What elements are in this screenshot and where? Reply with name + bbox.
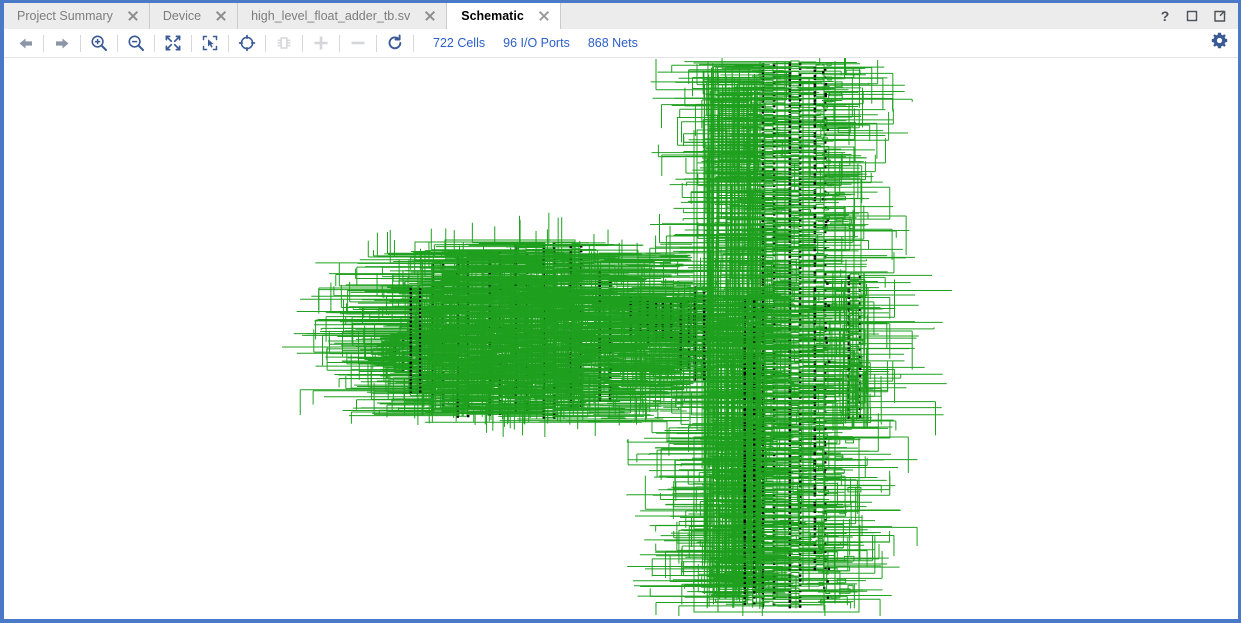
tab-label: Device xyxy=(162,9,202,23)
cells-count[interactable]: 722 Cells xyxy=(433,36,485,50)
schematic-graph[interactable] xyxy=(4,58,1238,616)
toolbar-separator xyxy=(43,34,44,52)
tab-label: Schematic xyxy=(461,9,524,23)
tab-label: high_level_float_adder_tb.sv xyxy=(251,9,411,23)
tab-bar-filler xyxy=(560,3,1148,29)
toolbar-separator xyxy=(154,34,155,52)
zoom-area-button[interactable] xyxy=(197,31,223,55)
remove-cells-button[interactable] xyxy=(345,31,371,55)
toolbar-separator xyxy=(191,34,192,52)
float-window-icon[interactable] xyxy=(1212,9,1226,23)
io-ports-count[interactable]: 96 I/O Ports xyxy=(503,36,570,50)
tab-high-level-float-adder-tb-sv[interactable]: high_level_float_adder_tb.sv xyxy=(238,3,448,29)
schematic-window: Project Summary Device high_level_float_… xyxy=(0,0,1241,623)
maximize-icon[interactable] xyxy=(1185,9,1199,23)
tab-project-summary[interactable]: Project Summary xyxy=(4,3,150,29)
window-actions: ? xyxy=(1148,3,1238,29)
tab-label: Project Summary xyxy=(17,9,113,23)
schematic-canvas[interactable] xyxy=(4,58,1238,616)
toolbar-separator xyxy=(376,34,377,52)
toolbar-separator xyxy=(302,34,303,52)
close-icon[interactable] xyxy=(215,10,227,22)
gear-icon xyxy=(1211,32,1228,54)
toolbar-separator xyxy=(80,34,81,52)
close-icon[interactable] xyxy=(424,10,436,22)
forward-button[interactable] xyxy=(49,31,75,55)
toolbar-separator xyxy=(339,34,340,52)
add-cells-button[interactable] xyxy=(308,31,334,55)
toolbar-separator xyxy=(413,34,414,52)
nets-count[interactable]: 868 Nets xyxy=(588,36,638,50)
tab-bar: Project Summary Device high_level_float_… xyxy=(4,0,1238,29)
schematic-toolbar: 722 Cells 96 I/O Ports 868 Nets xyxy=(4,29,1238,58)
zoom-out-button[interactable] xyxy=(123,31,149,55)
close-icon[interactable] xyxy=(127,10,139,22)
expand-cell-button[interactable] xyxy=(271,31,297,55)
regenerate-layout-button[interactable] xyxy=(382,31,408,55)
close-icon[interactable] xyxy=(538,10,550,22)
zoom-fit-button[interactable] xyxy=(160,31,186,55)
tab-schematic[interactable]: Schematic xyxy=(447,3,561,29)
toolbar-separator xyxy=(265,34,266,52)
zoom-in-button[interactable] xyxy=(86,31,112,55)
toolbar-separator xyxy=(117,34,118,52)
back-button[interactable] xyxy=(12,31,38,55)
toolbar-separator xyxy=(228,34,229,52)
help-icon[interactable]: ? xyxy=(1158,9,1172,23)
settings-button[interactable] xyxy=(1204,31,1234,55)
autofit-selection-button[interactable] xyxy=(234,31,260,55)
tab-device[interactable]: Device xyxy=(149,3,239,29)
